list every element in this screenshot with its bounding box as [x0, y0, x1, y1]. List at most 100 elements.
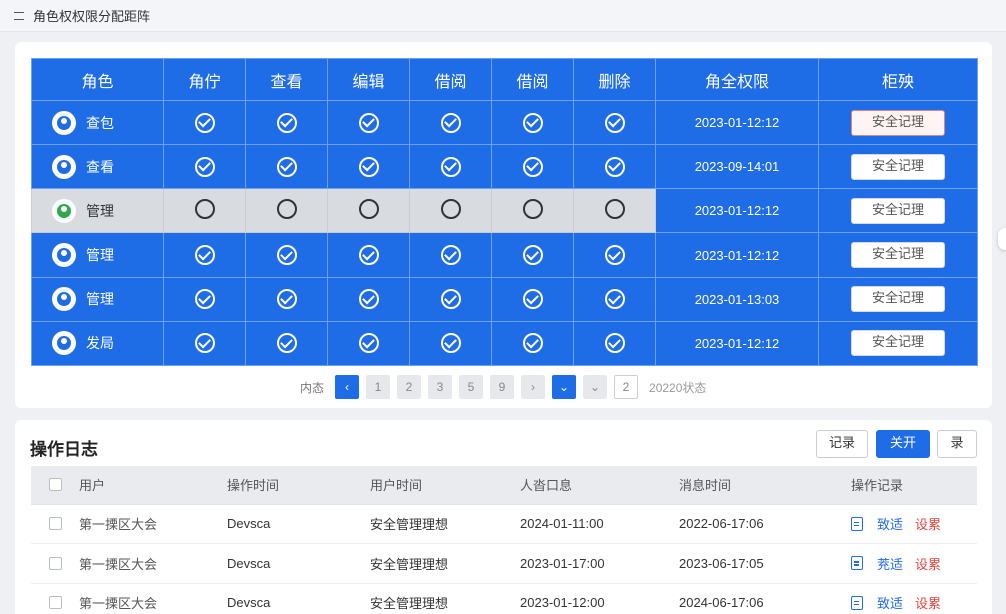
perm-cell-view[interactable]	[245, 276, 328, 322]
document-icon[interactable]	[851, 556, 863, 571]
check-circle-icon[interactable]	[604, 333, 625, 354]
check-circle-icon[interactable]	[194, 112, 215, 133]
perm-cell-borrow-2[interactable]	[491, 188, 574, 234]
close-button[interactable]: 关开	[876, 430, 930, 458]
perm-cell-perm-1[interactable]	[163, 320, 246, 367]
check-circle-icon[interactable]	[440, 289, 461, 310]
empty-circle-icon[interactable]	[194, 198, 215, 219]
page-size-dropdown[interactable]: ⌄	[552, 375, 577, 399]
perm-cell-borrow-2[interactable]	[491, 99, 574, 146]
perm-cell-perm-1[interactable]	[163, 188, 246, 234]
empty-circle-icon[interactable]	[358, 198, 379, 219]
page-2-button[interactable]: 2	[397, 375, 422, 399]
menu-icon[interactable]	[14, 11, 24, 20]
perm-cell-edit[interactable]	[327, 276, 410, 322]
check-circle-icon[interactable]	[194, 156, 215, 177]
security-record-button[interactable]: 安全记理	[851, 330, 945, 357]
check-circle-icon[interactable]	[358, 333, 379, 354]
security-record-button[interactable]: 安全记理	[851, 197, 945, 224]
scroll-handle[interactable]	[998, 228, 1006, 250]
perm-cell-borrow-1[interactable]	[409, 144, 492, 190]
check-circle-icon[interactable]	[604, 289, 625, 310]
check-circle-icon[interactable]	[522, 156, 543, 177]
empty-circle-icon[interactable]	[276, 198, 297, 219]
perm-cell-perm-1[interactable]	[163, 99, 246, 146]
next-page-button[interactable]: ›	[521, 375, 546, 399]
perm-cell-borrow-2[interactable]	[491, 276, 574, 322]
empty-circle-icon[interactable]	[440, 198, 461, 219]
check-circle-icon[interactable]	[276, 156, 297, 177]
security-record-button[interactable]: 安全记理	[851, 242, 945, 269]
check-circle-icon[interactable]	[604, 245, 625, 266]
op-link[interactable]: 致适	[877, 593, 903, 612]
check-circle-icon[interactable]	[276, 289, 297, 310]
perm-cell-view[interactable]	[245, 232, 328, 278]
check-circle-icon[interactable]	[522, 112, 543, 133]
row-checkbox[interactable]	[49, 556, 62, 570]
security-record-button[interactable]: 安全记理	[851, 153, 945, 180]
perm-cell-edit[interactable]	[327, 320, 410, 367]
prev-page-button[interactable]: ‹	[335, 375, 360, 399]
perm-cell-perm-1[interactable]	[163, 144, 246, 190]
log-button[interactable]: 录	[937, 430, 977, 458]
check-circle-icon[interactable]	[358, 112, 379, 133]
perm-cell-delete[interactable]	[573, 144, 656, 190]
security-record-button[interactable]: 安全记理	[851, 286, 945, 313]
perm-cell-edit[interactable]	[327, 144, 410, 190]
page-9-button[interactable]: 9	[490, 375, 515, 399]
perm-cell-view[interactable]	[245, 144, 328, 190]
perm-cell-view[interactable]	[245, 320, 328, 367]
perm-cell-delete[interactable]	[573, 232, 656, 278]
perm-cell-view[interactable]	[245, 188, 328, 234]
document-icon[interactable]	[851, 516, 863, 531]
security-record-button[interactable]: 安全记理	[851, 109, 945, 136]
op-settings-link[interactable]: 设累	[915, 593, 941, 612]
perm-cell-borrow-1[interactable]	[409, 188, 492, 234]
perm-cell-borrow-2[interactable]	[491, 232, 574, 278]
check-circle-icon[interactable]	[440, 245, 461, 266]
perm-cell-delete[interactable]	[573, 99, 656, 146]
row-checkbox[interactable]	[49, 517, 62, 531]
perm-cell-delete[interactable]	[573, 276, 656, 322]
op-settings-link[interactable]: 设累	[915, 514, 941, 533]
check-circle-icon[interactable]	[522, 289, 543, 310]
check-circle-icon[interactable]	[440, 156, 461, 177]
check-circle-icon[interactable]	[358, 289, 379, 310]
check-circle-icon[interactable]	[276, 245, 297, 266]
perm-cell-borrow-1[interactable]	[409, 276, 492, 322]
perm-cell-edit[interactable]	[327, 188, 410, 234]
check-circle-icon[interactable]	[194, 333, 215, 354]
check-circle-icon[interactable]	[522, 333, 543, 354]
perm-cell-edit[interactable]	[327, 232, 410, 278]
row-checkbox[interactable]	[49, 596, 62, 610]
op-settings-link[interactable]: 设累	[915, 554, 941, 573]
op-link[interactable]: 致适	[877, 514, 903, 533]
perm-cell-perm-1[interactable]	[163, 232, 246, 278]
empty-circle-icon[interactable]	[522, 198, 543, 219]
check-circle-icon[interactable]	[194, 245, 215, 266]
perm-cell-delete[interactable]	[573, 188, 656, 234]
page-3-button[interactable]: 3	[428, 375, 453, 399]
perm-cell-view[interactable]	[245, 99, 328, 146]
empty-circle-icon[interactable]	[604, 198, 625, 219]
check-circle-icon[interactable]	[522, 245, 543, 266]
document-icon[interactable]	[851, 595, 863, 610]
check-circle-icon[interactable]	[358, 245, 379, 266]
record-button[interactable]: 记录	[816, 430, 868, 458]
check-circle-icon[interactable]	[604, 156, 625, 177]
perm-cell-borrow-1[interactable]	[409, 320, 492, 367]
perm-cell-borrow-2[interactable]	[491, 144, 574, 190]
perm-cell-borrow-1[interactable]	[409, 232, 492, 278]
check-circle-icon[interactable]	[276, 112, 297, 133]
page-jump-input[interactable]: 2	[614, 375, 639, 399]
perm-cell-borrow-1[interactable]	[409, 99, 492, 146]
check-circle-icon[interactable]	[440, 112, 461, 133]
perm-cell-edit[interactable]	[327, 99, 410, 146]
chevron-down-icon[interactable]: ⌄	[583, 375, 608, 399]
check-circle-icon[interactable]	[358, 156, 379, 177]
check-circle-icon[interactable]	[440, 333, 461, 354]
page-5-button[interactable]: 5	[459, 375, 484, 399]
perm-cell-perm-1[interactable]	[163, 276, 246, 322]
perm-cell-borrow-2[interactable]	[491, 320, 574, 367]
check-circle-icon[interactable]	[604, 112, 625, 133]
